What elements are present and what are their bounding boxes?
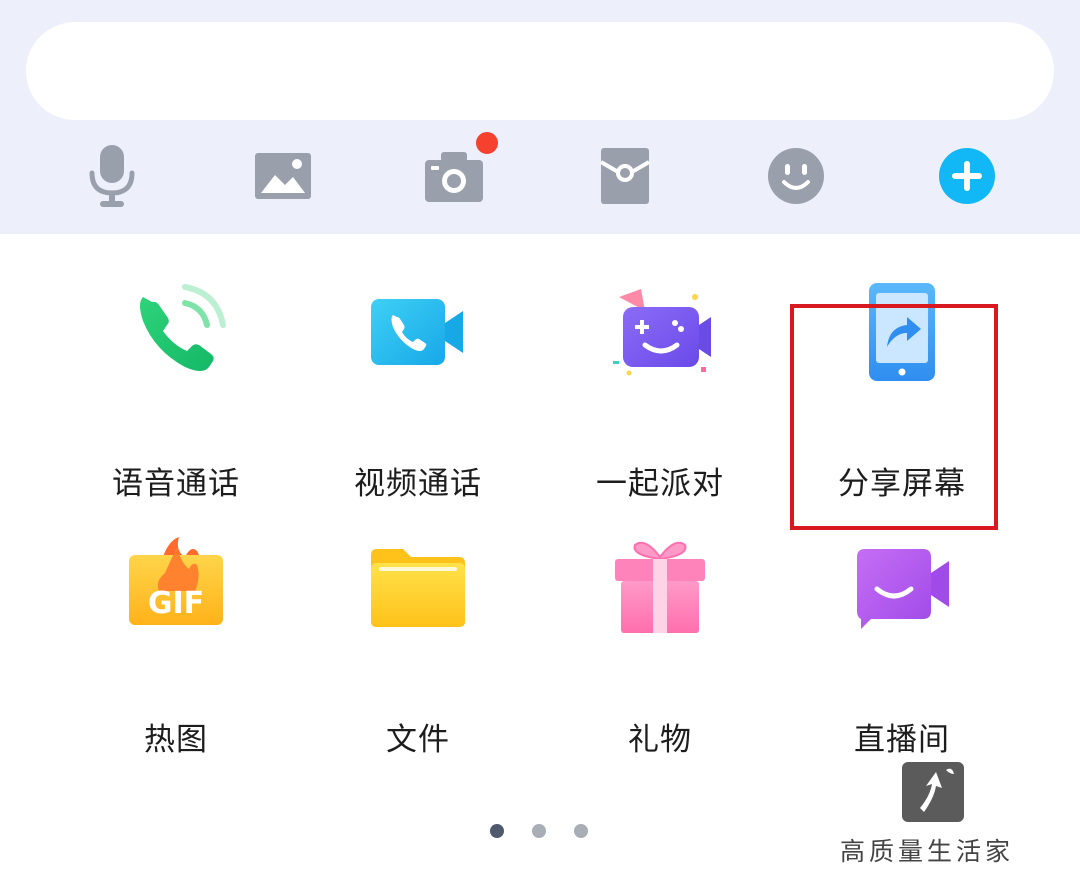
watermark: 高质量生活家	[840, 760, 1040, 880]
image-icon[interactable]	[243, 136, 323, 216]
microphone-icon[interactable]	[72, 136, 152, 216]
live-room-icon	[847, 533, 957, 643]
watermark-text: 高质量生活家	[840, 837, 1015, 866]
gif-icon: GIF	[121, 533, 231, 643]
gif-item[interactable]: GIF 热图	[56, 490, 296, 758]
voice-call-icon	[121, 277, 231, 387]
gift-item[interactable]: 礼物	[540, 490, 780, 758]
share-screen-highlight	[790, 304, 998, 530]
party-item[interactable]: 一起派对	[540, 234, 780, 502]
video-call-icon	[363, 277, 473, 387]
party-icon	[605, 277, 715, 387]
video-call-item[interactable]: 视频通话	[298, 234, 538, 502]
file-item[interactable]: 文件	[298, 490, 538, 758]
page-indicator	[490, 824, 600, 840]
notification-badge	[474, 130, 500, 156]
plus-icon[interactable]	[927, 136, 1007, 216]
folder-icon	[363, 533, 473, 643]
gif-label: 热图	[144, 722, 208, 758]
file-label: 文件	[386, 722, 450, 758]
red-packet-icon[interactable]	[585, 136, 665, 216]
live-room-label: 直播间	[854, 722, 950, 758]
toolbar	[0, 130, 1080, 216]
page-dot-2[interactable]	[532, 824, 546, 838]
emoji-icon[interactable]	[756, 136, 836, 216]
input-panel	[0, 0, 1080, 234]
page-dot-3[interactable]	[574, 824, 588, 838]
watermark-logo	[902, 762, 964, 822]
page-dot-1[interactable]	[490, 824, 504, 838]
voice-call-item[interactable]: 语音通话	[56, 234, 296, 502]
message-input[interactable]	[26, 22, 1054, 120]
gift-label: 礼物	[628, 722, 692, 758]
gif-icon-text: GIF	[148, 586, 204, 621]
gift-icon	[605, 533, 715, 643]
